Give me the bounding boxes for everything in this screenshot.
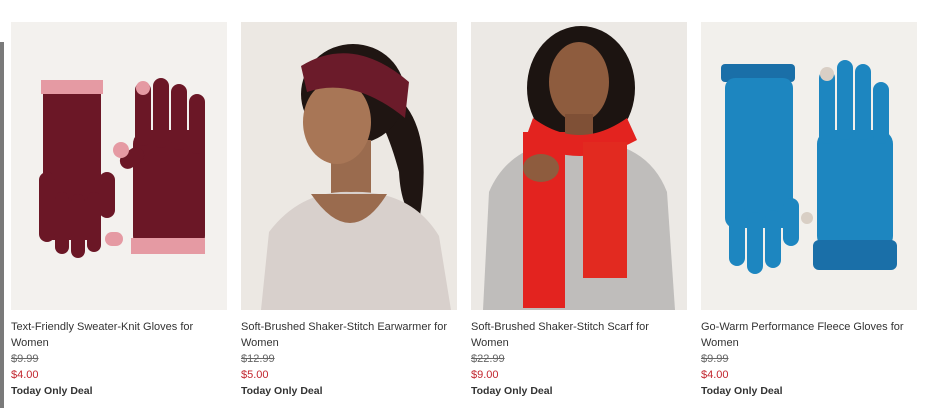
glove-right: [801, 60, 897, 270]
deal-badge: Today Only Deal: [701, 385, 783, 397]
product-link[interactable]: [471, 22, 687, 310]
glove-left: [721, 64, 799, 274]
sale-price: $9.00: [471, 369, 499, 381]
product-card: Go-Warm Performance Fleece Gloves for Wo…: [701, 22, 917, 399]
model-figure: [261, 44, 451, 310]
sale-price: $5.00: [241, 369, 269, 381]
original-price: $9.99: [11, 353, 39, 365]
deal-badge: Today Only Deal: [11, 385, 93, 397]
product-image-scarf-model[interactable]: [471, 22, 687, 310]
model-figure: [483, 26, 675, 310]
product-info: Go-Warm Performance Fleece Gloves for Wo…: [701, 310, 917, 399]
glove-left: [39, 80, 123, 258]
product-name[interactable]: Go-Warm Performance Fleece Gloves for Wo…: [701, 319, 917, 351]
original-price: $12.99: [241, 353, 275, 365]
glove-right: [113, 78, 205, 254]
product-image-gloves-blue[interactable]: [701, 22, 917, 310]
product-info: Text-Friendly Sweater-Knit Gloves for Wo…: [11, 310, 227, 399]
product-link[interactable]: [701, 22, 917, 310]
left-divider: [0, 42, 4, 408]
product-info: Soft-Brushed Shaker-Stitch Earwarmer for…: [241, 310, 457, 399]
product-name[interactable]: Soft-Brushed Shaker-Stitch Scarf for Wom…: [471, 319, 687, 351]
product-card: Text-Friendly Sweater-Knit Gloves for Wo…: [11, 22, 227, 399]
deal-badge: Today Only Deal: [471, 385, 553, 397]
sale-price: $4.00: [701, 369, 729, 381]
product-info: Soft-Brushed Shaker-Stitch Scarf for Wom…: [471, 310, 687, 399]
product-name[interactable]: Soft-Brushed Shaker-Stitch Earwarmer for…: [241, 319, 457, 351]
original-price: $22.99: [471, 353, 505, 365]
product-link[interactable]: [241, 22, 457, 310]
product-card: Soft-Brushed Shaker-Stitch Earwarmer for…: [241, 22, 457, 399]
original-price: $9.99: [701, 353, 729, 365]
product-name[interactable]: Text-Friendly Sweater-Knit Gloves for Wo…: [11, 319, 227, 351]
product-image-earwarmer-model[interactable]: [241, 22, 457, 310]
product-link[interactable]: [11, 22, 227, 310]
deal-badge: Today Only Deal: [241, 385, 323, 397]
product-image-gloves-burgundy[interactable]: [11, 22, 227, 310]
product-card: Soft-Brushed Shaker-Stitch Scarf for Wom…: [471, 22, 687, 399]
product-grid: Text-Friendly Sweater-Knit Gloves for Wo…: [11, 22, 917, 399]
sale-price: $4.00: [11, 369, 39, 381]
